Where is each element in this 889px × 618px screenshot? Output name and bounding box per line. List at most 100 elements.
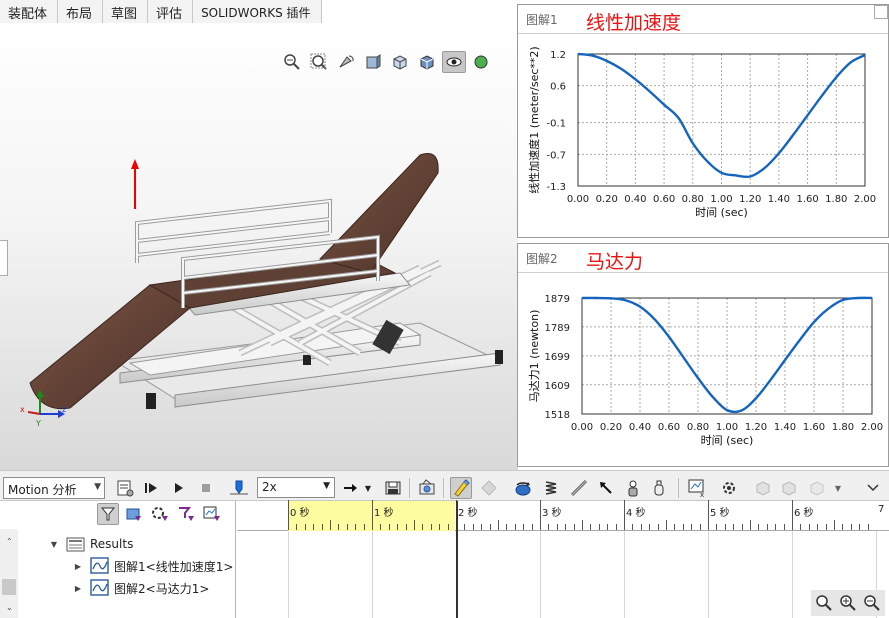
tree-scrollbar[interactable]: ⌃ ⌄ xyxy=(0,529,18,618)
chevron-down-icon[interactable]: ▼ xyxy=(832,477,844,499)
timeline-tick xyxy=(758,524,760,530)
tab-layout[interactable]: 布局 xyxy=(58,0,104,23)
autokey-button[interactable] xyxy=(450,477,472,499)
timeline-tick xyxy=(304,524,306,530)
zoom-in-icon[interactable] xyxy=(837,592,859,614)
graph-title-bar[interactable]: 图解2 马达力 xyxy=(518,244,888,273)
results-label: Results xyxy=(90,537,134,551)
graph-window-2[interactable]: 图解2 马达力 0.00 0.20 0.40 0.60 0.80 1.00 1.20 1.40… xyxy=(517,243,889,467)
timeline-tick xyxy=(355,524,357,530)
tree-item-results[interactable]: ▼ Results xyxy=(48,536,133,552)
y-tick-label: 1879 xyxy=(545,294,570,305)
tab-evaluate[interactable]: 评估 xyxy=(148,0,194,23)
timeline-tick xyxy=(472,524,474,530)
results-and-plots-button[interactable]: x xyxy=(686,477,708,499)
tree-item-plot-1[interactable]: ▶ 图解1<线性加速度1> xyxy=(72,557,233,575)
x-tick-label: 1.40 xyxy=(774,422,796,433)
timeline-gridline xyxy=(288,531,289,618)
motor-button[interactable] xyxy=(512,477,534,499)
study-type-select[interactable]: Motion 分析 ▼ xyxy=(3,477,105,499)
expand-arrow-icon[interactable]: ▶ xyxy=(72,584,84,593)
collapse-motion-manager-button[interactable] xyxy=(752,477,774,499)
tree-item-plot-2[interactable]: ▶ 图解2<马达力1> xyxy=(72,579,209,597)
x-tick-label: 1.60 xyxy=(803,422,825,433)
timeline-tick xyxy=(573,524,575,530)
timeline-tick xyxy=(783,524,785,530)
motion-study-properties-button[interactable] xyxy=(718,477,740,499)
playback-mode-icon[interactable] xyxy=(340,477,362,499)
graph-window-1[interactable]: 图解1 线性加速度 0.00 0.20 0.40 0.60 0.80 1.00 1.20 1.… xyxy=(517,4,889,238)
y-tick-label: 0.6 xyxy=(550,82,566,93)
assembly-component-button[interactable] xyxy=(778,477,800,499)
timeline-tick xyxy=(708,500,709,530)
play-button[interactable] xyxy=(168,477,190,499)
timeline-tick xyxy=(372,500,373,530)
timeline-tick xyxy=(506,524,508,530)
svg-text:x: x xyxy=(20,405,25,414)
damper-button[interactable] xyxy=(568,477,590,499)
timeline-tick xyxy=(338,524,340,530)
graphics-viewport[interactable]: x Y z xyxy=(0,23,518,470)
graph-close-button[interactable] xyxy=(874,5,888,19)
tab-solidworks-addins[interactable]: SOLIDWORKS 插件 xyxy=(193,0,322,23)
filter-driving-icon[interactable] xyxy=(149,503,171,525)
zoom-out-icon[interactable] xyxy=(861,592,883,614)
chart-motor-force: 0.00 0.20 0.40 0.60 0.80 1.00 1.20 1.40 1.60 1.80… xyxy=(528,294,883,447)
filter-selected-icon[interactable] xyxy=(175,503,197,525)
y-tick-label: 1699 xyxy=(545,352,570,363)
timeline-tick xyxy=(775,524,777,530)
graph-title-bar[interactable]: 图解1 线性加速度 xyxy=(518,5,888,34)
timeline-ruler[interactable]: 0 秒 1 秒 2 秒 3 秒 4 秒 5 秒 6 秒 7 xyxy=(237,500,889,531)
plot-icon xyxy=(90,579,109,596)
timeline-tick xyxy=(666,520,667,530)
x-tick-label: 1.20 xyxy=(739,194,761,205)
timeline-tick xyxy=(397,524,399,530)
timeline-tick xyxy=(649,524,651,530)
bed-model-render[interactable] xyxy=(0,23,518,470)
timeline-gridline xyxy=(708,531,709,618)
calculate-button[interactable] xyxy=(114,477,136,499)
zoom-to-fit-timeline-icon[interactable] xyxy=(813,592,835,614)
gravity-button[interactable] xyxy=(648,477,670,499)
part-component-button[interactable] xyxy=(806,477,828,499)
save-animation-button[interactable] xyxy=(382,477,404,499)
timeline-tick xyxy=(674,524,676,530)
graph-heading: 线性加速度 xyxy=(586,12,682,34)
filter-results-icon[interactable] xyxy=(201,503,223,525)
spring-button[interactable] xyxy=(540,477,562,499)
stop-button[interactable] xyxy=(195,477,217,499)
x-tick-label: 1.80 xyxy=(825,194,847,205)
x-tick-label: 0.60 xyxy=(658,422,680,433)
playback-speed-value: 2x xyxy=(262,480,277,494)
timeline-tick xyxy=(346,524,348,530)
filter-icon[interactable] xyxy=(97,503,119,525)
timeline-tick xyxy=(800,524,802,530)
chevron-down-icon[interactable]: ▼ xyxy=(362,477,374,499)
collapse-toolbar-icon[interactable] xyxy=(862,477,884,499)
plot-2-label: 图解2<马达力1> xyxy=(114,581,210,596)
timeline-tick xyxy=(565,524,567,530)
collapse-arrow-icon[interactable]: ▼ xyxy=(48,540,60,549)
timeline-time-bar[interactable] xyxy=(456,501,458,618)
timeline-tick xyxy=(422,524,424,530)
timeline-area[interactable]: 0 秒 1 秒 2 秒 3 秒 4 秒 5 秒 6 秒 7 xyxy=(237,500,889,618)
add-key-button[interactable] xyxy=(478,477,500,499)
timeline-tick xyxy=(632,524,634,530)
tab-sketch[interactable]: 草图 xyxy=(103,0,149,23)
tab-assembly[interactable]: 装配体 xyxy=(0,0,59,23)
playback-speed-select[interactable]: 2x ▼ xyxy=(257,477,335,498)
contact-button[interactable] xyxy=(622,477,644,499)
timeline-slider-icon[interactable] xyxy=(228,477,250,499)
animation-wizard-button[interactable] xyxy=(416,477,438,499)
timeline-tick xyxy=(716,524,718,530)
chevron-down-icon: ▼ xyxy=(323,481,330,491)
timeline-tick xyxy=(607,524,609,530)
x-tick-label: 0.80 xyxy=(687,422,709,433)
play-from-start-button[interactable] xyxy=(141,477,163,499)
timeline-tick xyxy=(321,524,323,530)
filter-animated-icon[interactable] xyxy=(123,503,145,525)
timeline-tick xyxy=(733,524,735,530)
expand-arrow-icon[interactable]: ▶ xyxy=(72,562,84,571)
force-button[interactable] xyxy=(595,477,617,499)
x-axis-title: 时间 (sec) xyxy=(701,434,754,447)
